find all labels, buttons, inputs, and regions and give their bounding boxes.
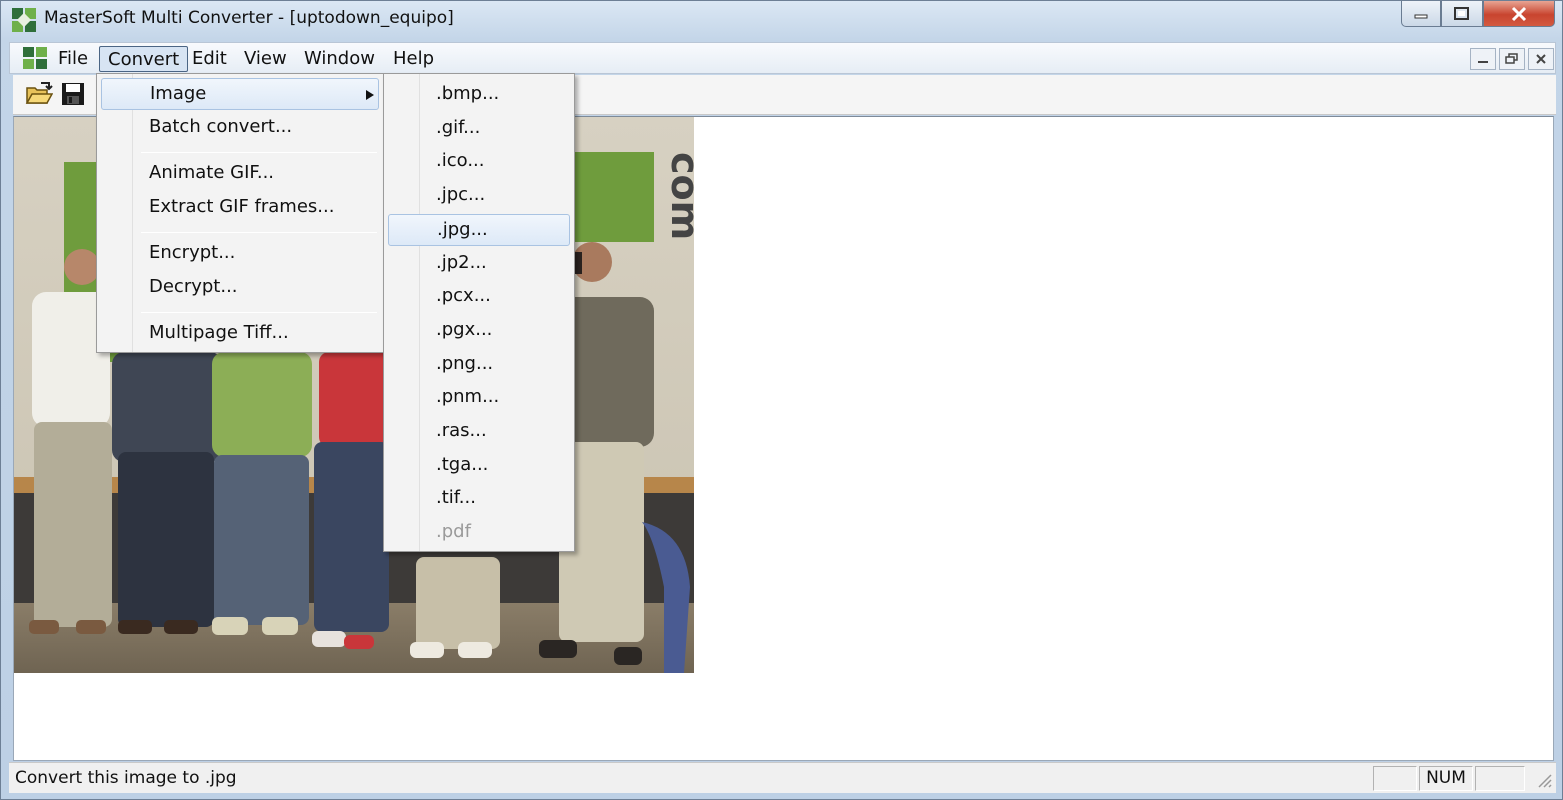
format-ico[interactable]: .ico...	[388, 146, 570, 178]
person-2	[112, 352, 222, 634]
format-gif[interactable]: .gif...	[388, 113, 570, 145]
format-ras[interactable]: .ras...	[388, 416, 570, 448]
menu-separator	[141, 232, 377, 233]
menu-item-encrypt[interactable]: Encrypt...	[101, 238, 235, 270]
submenu-arrow-icon	[366, 90, 374, 100]
format-bmp[interactable]: .bmp...	[388, 79, 570, 111]
minimize-icon	[1414, 14, 1428, 18]
format-jp2[interactable]: .jp2...	[388, 248, 570, 280]
menu-item-batch-convert[interactable]: Batch convert...	[101, 112, 292, 144]
format-pcx[interactable]: .pcx...	[388, 281, 570, 313]
title-bar[interactable]: MasterSoft Multi Converter - [uptodown_e…	[1, 1, 1562, 41]
window-title: MasterSoft Multi Converter - [uptodown_e…	[44, 8, 454, 28]
convert-menu: Image Batch convert... Animate GIF... Ex…	[96, 73, 384, 353]
menu-help[interactable]: Help	[385, 46, 442, 72]
menu-convert[interactable]: Convert	[99, 46, 189, 72]
format-pgx[interactable]: .pgx...	[388, 315, 570, 347]
menu-separator	[141, 312, 377, 313]
menu-item-decrypt[interactable]: Decrypt...	[101, 272, 238, 304]
format-jpg[interactable]: .jpg...	[388, 214, 570, 246]
menu-item-extract-gif-frames[interactable]: Extract GIF frames...	[101, 192, 334, 224]
menu-bar: File Convert Edit View Window Help	[9, 42, 1556, 74]
maximize-icon	[1454, 6, 1469, 20]
close-button[interactable]	[1483, 1, 1555, 27]
mdi-minimize-button[interactable]	[1470, 48, 1496, 70]
document-icon	[23, 47, 47, 69]
format-tif[interactable]: .tif...	[388, 483, 570, 515]
format-pnm[interactable]: .pnm...	[388, 382, 570, 414]
minimize-button[interactable]	[1401, 1, 1441, 27]
status-message: Convert this image to .jpg	[15, 768, 237, 788]
resize-grip-icon[interactable]	[1535, 771, 1553, 789]
format-jpc[interactable]: .jpc...	[388, 180, 570, 212]
menu-item-animate-gif[interactable]: Animate GIF...	[101, 158, 274, 190]
menu-item-image[interactable]: Image	[101, 78, 379, 110]
mdi-restore-button[interactable]	[1499, 48, 1525, 70]
app-icon	[12, 8, 36, 32]
status-pane-caps	[1373, 766, 1417, 791]
close-icon	[1511, 6, 1527, 21]
minimize-icon	[1478, 61, 1488, 63]
menu-view[interactable]: View	[236, 46, 295, 72]
save-disk-icon[interactable]	[61, 81, 85, 107]
image-format-submenu: .bmp... .gif... .ico... .jpc... .jpg... …	[383, 73, 575, 552]
mdi-close-button[interactable]	[1528, 48, 1554, 70]
person-5	[410, 557, 500, 658]
menu-item-image-label: Image	[150, 83, 207, 104]
close-icon	[1536, 54, 1546, 64]
app-window: MasterSoft Multi Converter - [uptodown_e…	[0, 0, 1563, 800]
restore-icon	[1505, 53, 1518, 64]
person-3	[212, 352, 312, 635]
menu-file[interactable]: File	[50, 46, 96, 72]
open-folder-icon[interactable]	[25, 81, 53, 107]
status-pane-scroll	[1475, 766, 1525, 791]
status-pane-num: NUM	[1419, 766, 1473, 791]
maximize-button[interactable]	[1441, 1, 1483, 27]
menu-window[interactable]: Window	[296, 46, 383, 72]
menu-edit[interactable]: Edit	[184, 46, 235, 72]
status-bar: Convert this image to .jpg NUM	[9, 762, 1556, 793]
menu-item-multipage-tiff[interactable]: Multipage Tiff...	[101, 318, 289, 350]
person-4	[312, 352, 389, 649]
format-tga[interactable]: .tga...	[388, 450, 570, 482]
format-pdf: .pdf	[436, 521, 471, 542]
menu-separator	[141, 152, 377, 153]
format-png[interactable]: .png...	[388, 349, 570, 381]
sign-text: com	[663, 152, 694, 240]
